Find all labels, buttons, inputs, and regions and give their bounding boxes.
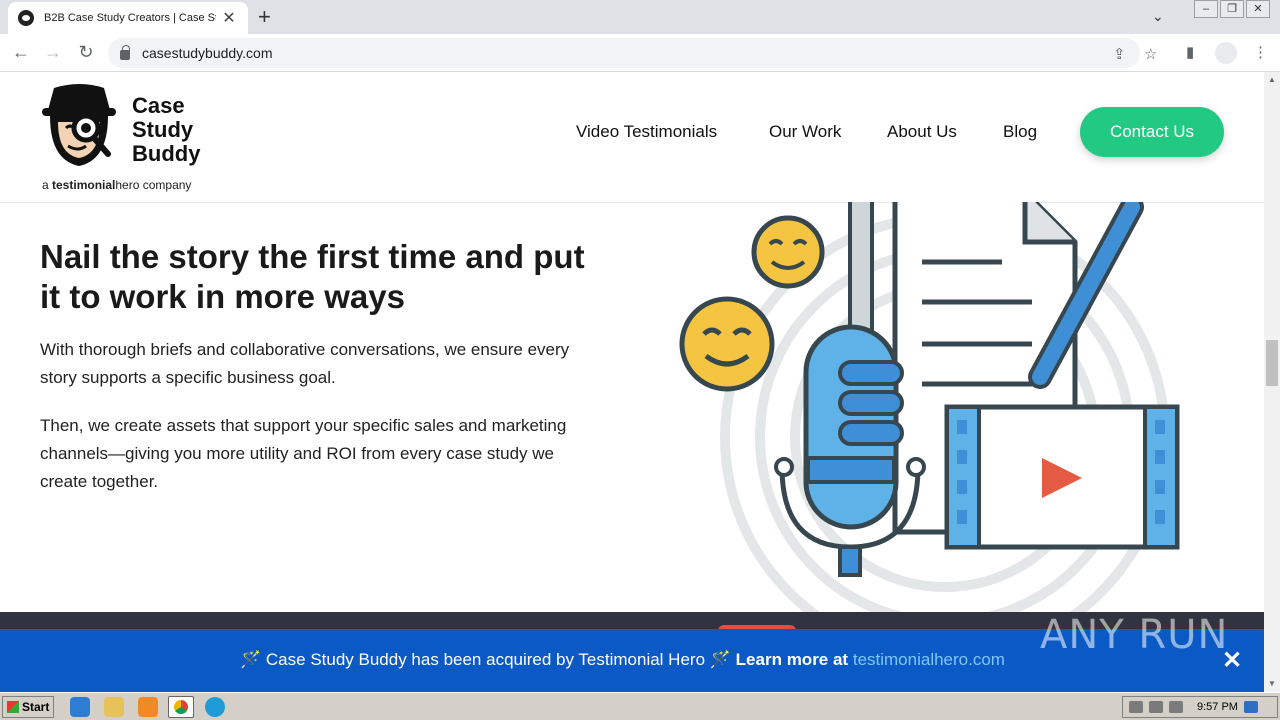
tagline-rest: hero company [115,178,192,192]
bookmark-star-icon[interactable]: ☆ [1144,45,1157,63]
nav-our-work[interactable]: Our Work [769,122,841,142]
tab-search-chevron-icon[interactable]: ⌄ [1152,8,1164,25]
reload-icon[interactable]: ↻ [75,42,97,63]
banner-message: Case Study Buddy has been acquired by Te… [265,650,706,669]
browser-toolbar: ← → ↻ casestudybuddy.com ⇪ ☆ ▮ ⋮ [0,34,1280,72]
site-favicon-icon [18,10,34,26]
start-button[interactable]: Start [2,696,54,718]
back-icon[interactable]: ← [10,42,32,63]
banner-link[interactable]: testimonialhero.com [853,650,1005,669]
scroll-thumb[interactable] [1266,340,1278,386]
new-tab-button[interactable]: + [258,6,271,28]
site-header: Case Study Buddy a testimonialhero compa… [0,72,1264,203]
hero-paragraph-2: Then, we create assets that support your… [40,416,567,491]
menu-kebab-icon[interactable]: ⋮ [1253,43,1268,61]
close-window-button[interactable]: ✕ [1246,0,1270,18]
media-player-icon[interactable] [138,697,158,717]
network-icon[interactable] [1149,701,1163,713]
edge-icon[interactable] [205,697,225,717]
lock-icon[interactable] [120,45,130,60]
logo-line-study: Study [132,117,194,142]
hero-illustration [679,202,1180,662]
logo-line-buddy: Buddy [132,141,201,166]
scroll-down-icon[interactable]: ▼ [1264,676,1280,692]
close-tab-icon[interactable]: ✕ [220,8,238,28]
minimize-button[interactable]: – [1194,0,1218,18]
chrome-taskbar-button[interactable] [168,696,194,718]
logo-tagline: a testimonialhero company [42,178,191,192]
ie-icon[interactable] [70,697,90,717]
system-tray: 9:57 PM [1122,696,1278,718]
chrome-icon [174,700,188,714]
url-text[interactable]: casestudybuddy.com [142,45,272,61]
nav-about-us[interactable]: About Us [887,122,957,142]
start-label: Start [22,700,50,714]
profile-avatar-icon[interactable] [1215,42,1237,64]
tab-title: B2B Case Study Creators | Case Stu [44,12,216,24]
clock[interactable]: 9:57 PM [1197,701,1238,713]
banner-learn-more: Learn more at [735,650,849,669]
volume-icon[interactable] [1129,701,1143,713]
browser-tab[interactable]: B2B Case Study Creators | Case Stu ✕ [8,2,248,34]
browser-tabbar: B2B Case Study Creators | Case Stu ✕ + ⌄… [0,0,1280,34]
tagline-prefix: a [42,178,53,192]
share-icon[interactable]: ⇪ [1113,45,1126,63]
nav-video-testimonials[interactable]: Video Testimonials [576,122,717,142]
magic-wand-icon: 🪄 [240,650,262,669]
hero-title: Nail the story the first time and put it… [40,238,585,315]
forward-icon[interactable]: → [42,42,64,63]
flag-icon[interactable] [1169,701,1183,713]
windows-logo-icon [7,701,19,713]
detective-logo-icon[interactable] [40,82,118,174]
windows-taskbar: Start 9:57 PM [0,692,1280,720]
scroll-up-icon[interactable]: ▲ [1264,72,1280,88]
anyrun-watermark: ANY RUN [1040,612,1229,658]
nav-blog[interactable]: Blog [1003,122,1037,142]
page-scrollbar[interactable]: ▲ ▼ [1264,72,1280,692]
banner-text: 🪄 Case Study Buddy has been acquired by … [240,650,1005,670]
hero-paragraph-1: With thorough briefs and collaborative c… [40,340,570,387]
explorer-icon[interactable] [104,697,124,717]
side-panel-icon[interactable]: ▮ [1186,43,1194,61]
window-controls: – ❐ ✕ [1194,0,1270,18]
logo-line-case: Case [132,93,185,118]
maximize-button[interactable]: ❐ [1220,0,1244,18]
tagline-bold: testimonial [52,178,116,192]
show-desktop-icon[interactable] [1243,701,1258,713]
contact-us-button[interactable]: Contact Us [1080,107,1224,157]
page-viewport: Case Study Buddy a testimonialhero compa… [0,72,1264,692]
address-bar[interactable]: casestudybuddy.com ⇪ ☆ [108,38,1157,68]
logo-wordmark[interactable]: Case Study Buddy [132,94,200,166]
magic-wand-icon: 🪄 [709,650,731,669]
